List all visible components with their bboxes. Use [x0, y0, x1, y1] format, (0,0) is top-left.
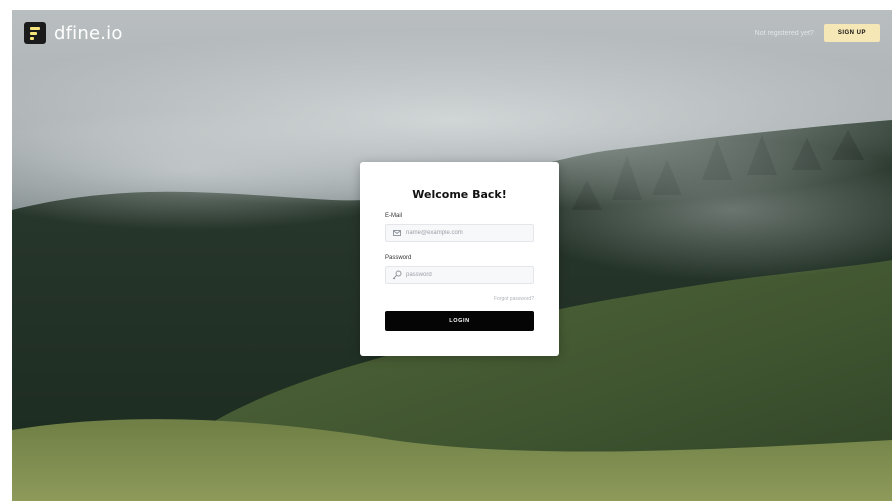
password-label: Password [385, 255, 412, 261]
envelope-icon [392, 228, 402, 238]
not-registered-text: Not registered yet? [754, 29, 814, 37]
logo-mark-icon [24, 22, 46, 44]
signup-button[interactable]: SIGN UP [823, 24, 880, 42]
password-input[interactable] [402, 271, 528, 279]
forgot-password-link[interactable]: Forgot password? [494, 296, 534, 302]
top-right-nav: Not registered yet? SIGN UP [755, 24, 880, 42]
login-button[interactable]: LOGIN [385, 311, 534, 331]
top-bar: dfine.io Not registered yet? SIGN UP [12, 10, 892, 56]
app-window: dfine.io Not registered yet? SIGN UP Wel… [12, 10, 892, 501]
login-card: Welcome Back! E-Mail Password Forgot pas… [360, 162, 559, 356]
brand-name: dfine.io [54, 22, 123, 44]
password-field-wrapper [385, 266, 534, 284]
email-field-wrapper [385, 224, 534, 242]
key-icon [392, 270, 402, 280]
login-title: Welcome Back! [412, 188, 507, 201]
email-label: E-Mail [385, 213, 403, 219]
email-input[interactable] [402, 229, 528, 237]
brand-logo[interactable]: dfine.io [24, 22, 123, 44]
